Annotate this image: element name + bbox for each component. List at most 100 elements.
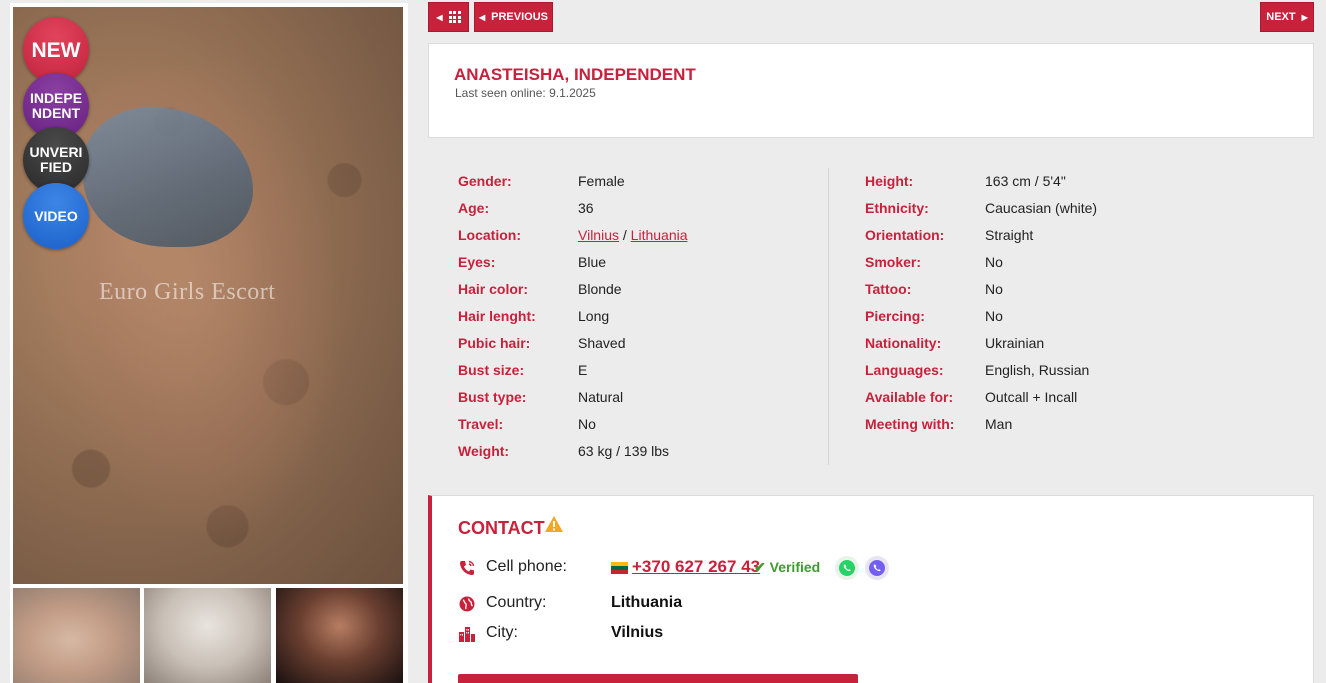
detail-value: Shaved (578, 335, 626, 351)
verified-label: Verified (769, 559, 821, 575)
whatsapp-icon (839, 560, 855, 576)
detail-label: Hair lenght: (458, 308, 536, 324)
detail-row: Location: Vilnius / Lithuania (428, 227, 808, 247)
detail-label: Weight: (458, 443, 510, 459)
globe-icon (459, 596, 475, 612)
independent-badge-line2: NDENT (31, 105, 81, 121)
detail-value: Long (578, 308, 610, 324)
detail-value: 163 cm / 5'4" (985, 173, 1066, 189)
detail-value: Female (578, 173, 625, 189)
detail-label: Bust type: (458, 389, 527, 405)
country-row: Country: Lithuania (458, 594, 958, 616)
detail-value: Caucasian (white) (985, 200, 1098, 216)
previous-label: PREVIOUS (491, 11, 548, 23)
location-separator: / (619, 227, 631, 243)
last-seen-text: Last seen online: 9.1.2025 (455, 86, 596, 100)
contact-action-button[interactable] (458, 674, 858, 683)
unverified-badge-line2: FIED (40, 159, 72, 175)
checkmark-icon: ✔ (754, 559, 766, 575)
phone-number-link[interactable]: +370 627 267 43 (632, 557, 760, 577)
detail-row: Bust size: E (428, 362, 808, 382)
detail-label: Nationality: (865, 335, 942, 351)
detail-value: No (578, 416, 596, 432)
detail-value: No (985, 281, 1003, 297)
thumbnail-1[interactable] (13, 588, 140, 683)
detail-label: Eyes: (458, 254, 496, 270)
detail-row: Travel: No (428, 416, 808, 436)
country-value: Lithuania (611, 594, 683, 611)
detail-row: Nationality: Ukrainian (865, 335, 1285, 355)
detail-value: Straight (985, 227, 1034, 243)
detail-value: Vilnius / Lithuania (578, 227, 688, 243)
detail-label: Gender: (458, 173, 512, 189)
unverified-badge-line1: UNVERI (29, 144, 83, 160)
detail-value: English, Russian (985, 362, 1090, 378)
detail-row: Gender: Female (428, 173, 808, 193)
photo-gallery: Euro Girls Escort NEW INDEPE NDENT UNVERI… (10, 3, 408, 683)
country-label: Country: (486, 594, 547, 611)
phone-icon (460, 560, 475, 575)
detail-label: Travel: (458, 416, 504, 432)
detail-row: Piercing: No (865, 308, 1285, 328)
cell-phone-row: Cell phone: +370 627 267 43 ✔ Verified (458, 556, 1318, 580)
video-badge[interactable]: VIDEO (23, 183, 89, 249)
detail-value: Blue (578, 254, 607, 270)
detail-label: Piercing: (865, 308, 925, 324)
detail-label: Hair color: (458, 281, 529, 297)
detail-value: Outcall + Incall (985, 389, 1078, 405)
detail-row: Age: 36 (428, 200, 808, 220)
whatsapp-button[interactable] (835, 556, 859, 580)
chevron-left-icon: ◀ (436, 12, 443, 22)
profile-page: Euro Girls Escort NEW INDEPE NDENT UNVERI… (0, 0, 1326, 683)
detail-value: Blonde (578, 281, 622, 297)
warning-icon[interactable] (544, 515, 564, 533)
contact-title: CONTACT (458, 518, 545, 538)
next-button[interactable]: NEXT ▶ (1260, 2, 1314, 32)
detail-value: Natural (578, 389, 624, 405)
detail-value: 36 (578, 200, 594, 216)
profile-header: ANASTEISHA, INDEPENDENT Last seen online… (428, 43, 1314, 138)
detail-row: Eyes: Blue (428, 254, 808, 274)
detail-value: Man (985, 416, 1013, 432)
next-label: NEXT (1266, 11, 1296, 23)
detail-row: Languages: English, Russian (865, 362, 1285, 382)
chevron-left-icon: ◀ (478, 12, 486, 22)
detail-label: Tattoo: (865, 281, 912, 297)
profile-details: Gender: Female Age: 36 Location: Vilnius… (428, 168, 1314, 468)
verified-status: ✔ Verified (754, 559, 820, 576)
detail-row: Hair color: Blonde (428, 281, 808, 301)
detail-row: Height: 163 cm / 5'4" (865, 173, 1285, 193)
detail-value: No (985, 254, 1003, 270)
detail-label: Location: (458, 227, 521, 243)
detail-row: Ethnicity: Caucasian (white) (865, 200, 1285, 220)
detail-label: Languages: (865, 362, 944, 378)
detail-row: Orientation: Straight (865, 227, 1285, 247)
chevron-right-icon: ▶ (1301, 12, 1308, 22)
grid-icon (448, 11, 461, 23)
detail-value: No (985, 308, 1003, 324)
viber-button[interactable] (865, 556, 889, 580)
profile-title: ANASTEISHA, INDEPENDENT (454, 65, 696, 84)
detail-label: Pubic hair: (458, 335, 531, 351)
detail-row: Tattoo: No (865, 281, 1285, 301)
city-icon (459, 627, 475, 642)
previous-button[interactable]: ◀ PREVIOUS (474, 2, 553, 32)
detail-row: Pubic hair: Shaved (428, 335, 808, 355)
detail-row: Smoker: No (865, 254, 1285, 274)
lithuania-flag-icon (611, 562, 628, 574)
detail-row: Weight: 63 kg / 139 lbs (428, 443, 808, 463)
thumbnail-3[interactable] (276, 588, 403, 683)
detail-label: Orientation: (865, 227, 945, 243)
thumbnail-strip (13, 588, 403, 683)
detail-row: Available for: Outcall + Incall (865, 389, 1285, 409)
independent-badge-line1: INDEPE (29, 90, 83, 106)
gallery-grid-button[interactable]: ◀ (428, 2, 469, 32)
detail-value: E (578, 362, 588, 378)
location-city-link[interactable]: Vilnius (578, 227, 619, 243)
city-label: City: (486, 624, 518, 641)
detail-label: Available for: (865, 389, 954, 405)
detail-label: Bust size: (458, 362, 525, 378)
location-country-link[interactable]: Lithuania (631, 227, 688, 243)
thumbnail-2[interactable] (144, 588, 271, 683)
city-value: Vilnius (611, 624, 664, 641)
